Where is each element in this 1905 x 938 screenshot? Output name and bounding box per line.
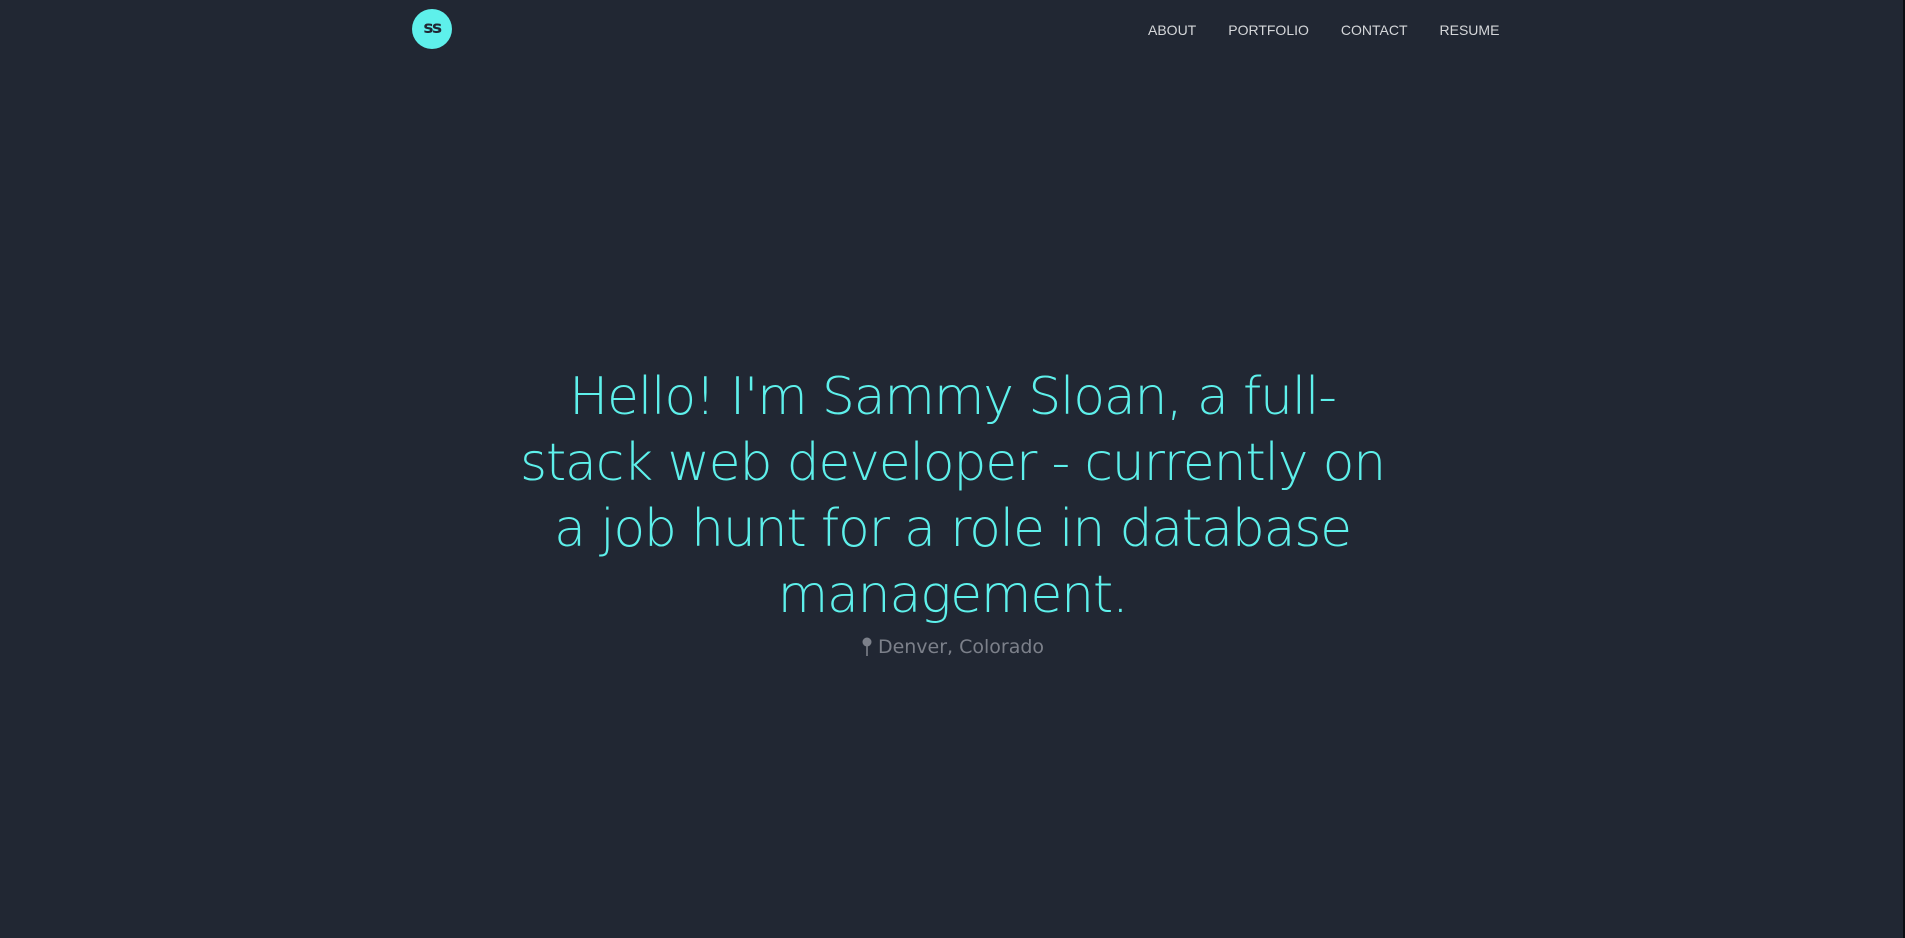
location-text: Denver, Colorado [877,636,1045,658]
pin-icon [862,637,872,656]
nav-link-resume[interactable]: RESUME [1440,20,1500,40]
nav-link-about[interactable]: ABOUT [1148,20,1196,40]
hero-headline: Hello! I'm Sammy Sloan, a full-stack web… [519,367,1386,625]
navbar: ss ABOUT PORTFOLIO CONTACT RESUME [0,0,1905,60]
nav-link-contact[interactable]: CONTACT [1341,20,1408,40]
hero-section: Hello! I'm Sammy Sloan, a full-stack web… [0,364,1905,661]
nav-links: ABOUT PORTFOLIO CONTACT RESUME [1148,20,1499,40]
nav-link-portfolio[interactable]: PORTFOLIO [1228,20,1309,40]
logo-button[interactable]: ss [412,9,452,49]
logo-text: ss [423,18,442,38]
location-line: Denver, Colorado [861,634,1044,660]
